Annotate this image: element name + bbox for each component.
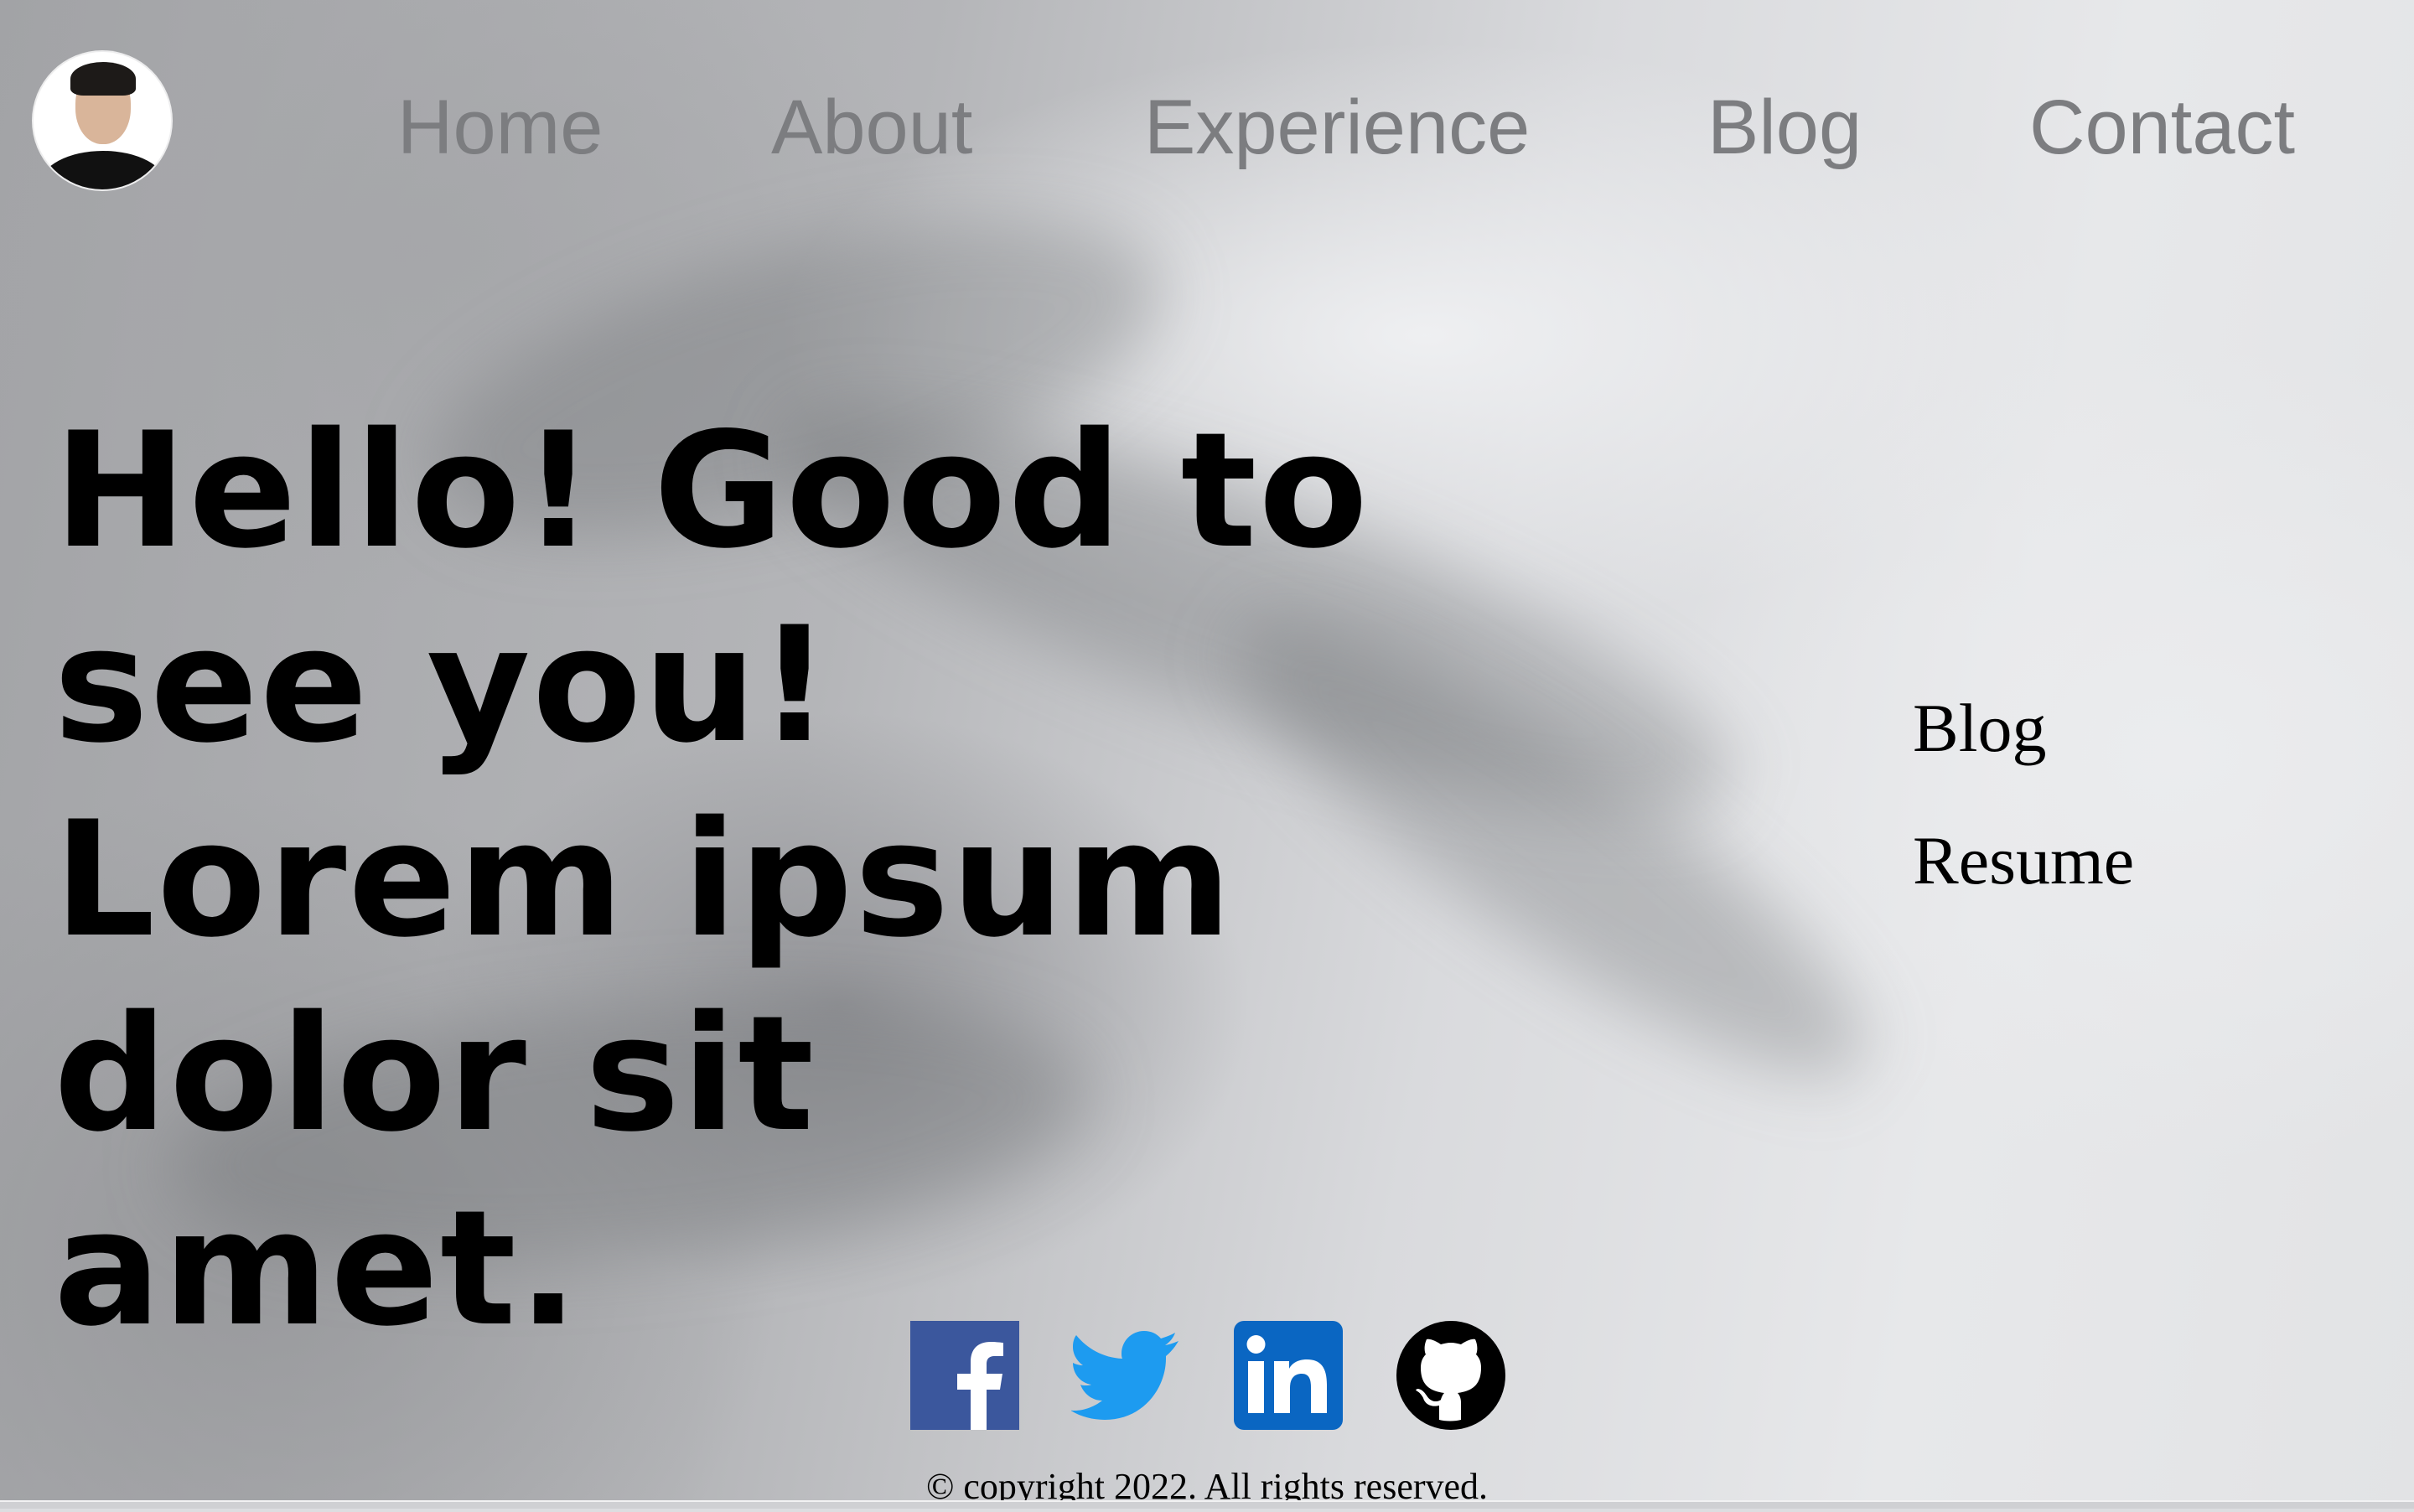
nav-experience[interactable]: Experience — [1144, 77, 1530, 178]
bottom-divider — [0, 1500, 2414, 1509]
facebook-icon[interactable] — [910, 1321, 1019, 1430]
nav-contact[interactable]: Contact — [2029, 77, 2295, 178]
social-links — [910, 1321, 1505, 1430]
nav-blog[interactable]: Blog — [1707, 77, 1862, 178]
twitter-icon[interactable] — [1071, 1321, 1180, 1430]
nav-home[interactable]: Home — [397, 77, 603, 178]
github-icon[interactable] — [1396, 1321, 1505, 1430]
side-link-blog[interactable]: Blog — [1913, 662, 2134, 795]
side-links: Blog Resume — [1913, 662, 2134, 927]
nav-about[interactable]: About — [771, 77, 972, 178]
hero-heading: Hello! Good to see you! Lorem ipsum dolo… — [54, 398, 1370, 1361]
top-nav: Home About Experience Blog Contact — [0, 77, 2414, 178]
linkedin-icon[interactable] — [1234, 1321, 1343, 1430]
side-link-resume[interactable]: Resume — [1913, 795, 2134, 927]
